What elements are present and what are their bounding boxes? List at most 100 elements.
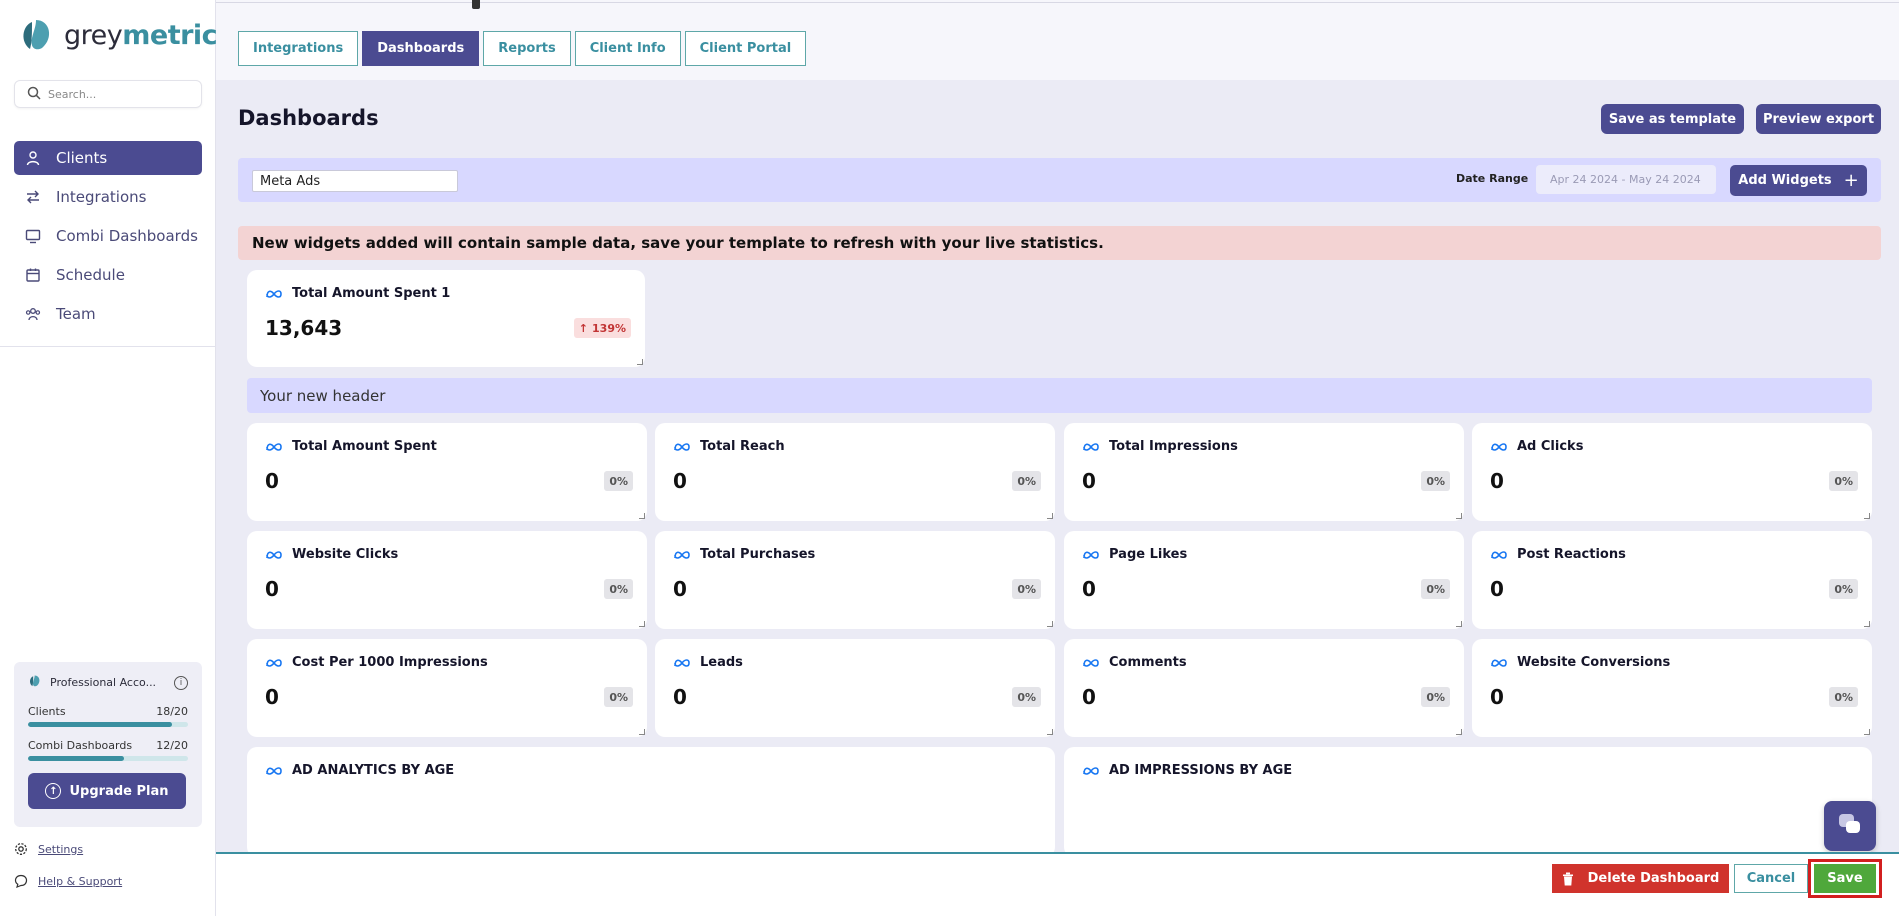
meta-logo-icon bbox=[265, 766, 283, 776]
sidebar-item-label: Team bbox=[56, 305, 96, 323]
sidebar-item-team[interactable]: Team bbox=[14, 297, 202, 331]
resize-handle-icon[interactable] bbox=[1864, 513, 1870, 519]
widget-card[interactable]: Cost Per 1000 Impressions 0 0% bbox=[247, 639, 647, 737]
date-range-label: Date Range bbox=[1456, 172, 1529, 185]
meta-logo-icon bbox=[673, 550, 691, 560]
team-icon bbox=[24, 305, 42, 323]
widget-card[interactable]: Ad Clicks 0 0% bbox=[1472, 423, 1872, 521]
widget-card[interactable]: Total Impressions 0 0% bbox=[1064, 423, 1464, 521]
sidebar-item-label: Schedule bbox=[56, 266, 125, 284]
widget-card[interactable]: Total Amount Spent 1 13,643 ↑ 139% bbox=[247, 270, 645, 367]
widget-value: 13,643 bbox=[265, 316, 343, 340]
logo-mark-icon bbox=[18, 16, 56, 54]
change-badge: 0% bbox=[604, 579, 633, 599]
help-support-link[interactable]: Help & Support bbox=[14, 874, 122, 888]
add-widgets-button[interactable]: Add Widgets + bbox=[1730, 165, 1867, 196]
widget-title: Total Purchases bbox=[700, 547, 816, 562]
widget-value: 0 bbox=[265, 469, 279, 493]
change-badge: 0% bbox=[1012, 579, 1041, 599]
change-badge: 0% bbox=[1421, 579, 1450, 599]
resize-handle-icon[interactable] bbox=[1864, 621, 1870, 627]
preview-export-button[interactable]: Preview export bbox=[1756, 104, 1881, 134]
resize-handle-icon[interactable] bbox=[637, 359, 643, 365]
resize-handle-icon[interactable] bbox=[639, 621, 645, 627]
save-button[interactable]: Save bbox=[1814, 864, 1876, 893]
usage-clients: Clients 18/20 bbox=[28, 705, 188, 718]
save-as-template-button[interactable]: Save as template bbox=[1601, 104, 1744, 134]
section-header[interactable]: Your new header bbox=[247, 378, 1872, 413]
widget-title: Page Likes bbox=[1109, 547, 1188, 562]
meta-logo-icon bbox=[1490, 442, 1508, 452]
widget-card[interactable]: Website Clicks 0 0% bbox=[247, 531, 647, 629]
widget-card[interactable]: Total Reach 0 0% bbox=[655, 423, 1055, 521]
plus-icon: + bbox=[1843, 170, 1859, 191]
resize-handle-icon[interactable] bbox=[1047, 513, 1053, 519]
chart-widget-age-impressions[interactable]: AD IMPRESSIONS BY AGE bbox=[1064, 747, 1872, 857]
plan-card: Professional Acco... i Clients 18/20 Com… bbox=[14, 662, 202, 827]
plan-name: Professional Acco... bbox=[50, 676, 157, 689]
tab-bar: Integrations Dashboards Reports Client I… bbox=[238, 31, 810, 66]
widget-card[interactable]: Page Likes 0 0% bbox=[1064, 531, 1464, 629]
resize-handle-icon[interactable] bbox=[1864, 729, 1870, 735]
resize-handle-icon[interactable] bbox=[1047, 621, 1053, 627]
change-badge: 0% bbox=[604, 687, 633, 707]
info-icon[interactable]: i bbox=[174, 675, 188, 690]
widget-card[interactable]: Post Reactions 0 0% bbox=[1472, 531, 1872, 629]
page-title: Dashboards bbox=[238, 106, 379, 130]
widget-title: Ad Clicks bbox=[1517, 439, 1584, 454]
logo[interactable]: greymetrics bbox=[18, 16, 233, 54]
user-icon bbox=[24, 149, 42, 167]
chat-launcher-button[interactable] bbox=[1824, 801, 1876, 851]
resize-handle-icon[interactable] bbox=[639, 513, 645, 519]
widget-title: Website Conversions bbox=[1517, 655, 1671, 670]
change-badge: 0% bbox=[1829, 579, 1858, 599]
tab-integrations[interactable]: Integrations bbox=[238, 31, 359, 66]
tab-dashboards[interactable]: Dashboards bbox=[362, 31, 480, 66]
sidebar-item-schedule[interactable]: Schedule bbox=[14, 258, 202, 292]
chart-widget-age-analytics[interactable]: AD ANALYTICS BY AGE bbox=[247, 747, 1055, 857]
sidebar-item-clients[interactable]: Clients bbox=[14, 141, 202, 175]
tab-client-portal[interactable]: Client Portal bbox=[684, 31, 807, 66]
sample-data-notice: New widgets added will contain sample da… bbox=[238, 226, 1881, 260]
delete-dashboard-button[interactable]: Delete Dashboard bbox=[1552, 864, 1729, 893]
cancel-button[interactable]: Cancel bbox=[1734, 864, 1808, 893]
widget-value: 0 bbox=[673, 577, 687, 601]
dashboard-name-input[interactable] bbox=[252, 170, 458, 192]
widget-card[interactable]: Leads 0 0% bbox=[655, 639, 1055, 737]
widget-value: 0 bbox=[1490, 577, 1504, 601]
sidebar-item-integrations[interactable]: Integrations bbox=[14, 180, 202, 214]
change-badge: 0% bbox=[1012, 471, 1041, 491]
date-range-picker[interactable]: Apr 24 2024 - May 24 2024 bbox=[1536, 165, 1716, 194]
clipped-title-glyph bbox=[472, 0, 480, 9]
widget-card[interactable]: Comments 0 0% bbox=[1064, 639, 1464, 737]
resize-handle-icon[interactable] bbox=[639, 729, 645, 735]
usage-clients-bar-fill bbox=[28, 722, 172, 727]
trash-icon bbox=[1562, 872, 1574, 886]
sidebar-nav: Clients Integrations Combi Dashboards Sc… bbox=[14, 141, 202, 336]
resize-handle-icon[interactable] bbox=[1456, 513, 1462, 519]
resize-handle-icon[interactable] bbox=[1456, 729, 1462, 735]
widget-value: 0 bbox=[1490, 469, 1504, 493]
search-input[interactable] bbox=[48, 87, 188, 101]
change-badge: ↑ 139% bbox=[573, 318, 631, 338]
sidebar-item-combi-dashboards[interactable]: Combi Dashboards bbox=[14, 219, 202, 253]
upgrade-plan-button[interactable]: ↑ Upgrade Plan bbox=[28, 773, 186, 809]
sidebar-item-label: Combi Dashboards bbox=[56, 227, 198, 245]
widget-value: 0 bbox=[1082, 469, 1096, 493]
tab-client-info[interactable]: Client Info bbox=[574, 31, 681, 66]
meta-logo-icon bbox=[265, 550, 283, 560]
widget-title: Leads bbox=[700, 655, 743, 670]
widget-card[interactable]: Website Conversions 0 0% bbox=[1472, 639, 1872, 737]
meta-logo-icon bbox=[673, 658, 691, 668]
change-badge: 0% bbox=[1012, 687, 1041, 707]
meta-logo-icon bbox=[265, 442, 283, 452]
widget-card[interactable]: Total Purchases 0 0% bbox=[655, 531, 1055, 629]
tab-reports[interactable]: Reports bbox=[483, 31, 571, 66]
resize-handle-icon[interactable] bbox=[1456, 621, 1462, 627]
widget-value: 0 bbox=[1082, 577, 1096, 601]
resize-handle-icon[interactable] bbox=[1047, 729, 1053, 735]
widget-value: 0 bbox=[1490, 685, 1504, 709]
usage-combi-bar bbox=[28, 756, 188, 761]
widget-card[interactable]: Total Amount Spent 0 0% bbox=[247, 423, 647, 521]
settings-link[interactable]: Settings bbox=[14, 842, 83, 856]
